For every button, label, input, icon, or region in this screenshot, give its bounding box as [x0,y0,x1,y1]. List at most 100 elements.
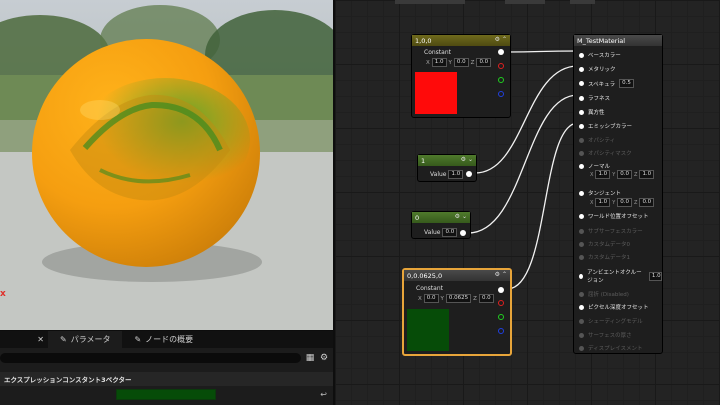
constant-one-node[interactable]: 1 ⚙ ⌄ Value 1.0 [417,154,477,182]
material-input-row[interactable]: アンビエントオクルージョン 1.0 [579,268,662,284]
input-pin[interactable] [579,190,584,196]
material-input-row[interactable]: 異方性 [579,108,605,116]
material-input-row[interactable]: ピクセル深度オフセット [579,303,649,311]
table-view-icon[interactable]: ▦ [305,353,315,363]
x-label: X [426,59,430,66]
node-header[interactable]: M_TestMaterial [574,35,662,46]
input-pin[interactable] [579,150,584,156]
material-input-row[interactable]: エミッシブカラー [579,122,632,130]
constant3-red-node[interactable]: 1,0,0 ⚙ ⌃ Constant X 1.0 Y 0.0 Z 0.0 [411,34,511,118]
z-field[interactable]: 0.0 [478,294,494,303]
axis-field[interactable]: 0.0 [639,198,655,207]
node-header[interactable]: 0 ⚙ ⌄ [412,212,470,223]
output-pin-g[interactable] [498,314,504,320]
material-input-row[interactable]: オパシティマスク [579,149,632,157]
node-title: 1 [421,156,426,165]
x-field[interactable]: 1.0 [431,58,447,67]
reset-icon[interactable]: ↩ [320,390,327,399]
tab-node-overview[interactable]: ✎ ノードの概要 [122,331,205,348]
axis-field[interactable]: 1.0 [595,198,611,207]
material-input-row[interactable]: スペキュラ 0.5 [579,79,634,88]
gear-icon[interactable]: ⚙ [319,353,329,363]
input-pin[interactable] [579,109,584,115]
input-value-field[interactable]: 0.5 [619,79,634,88]
output-pin-r[interactable] [498,300,504,306]
x-field[interactable]: 0.0 [423,294,439,303]
x-label: X [418,295,422,302]
axis-field[interactable]: 1.0 [639,170,655,179]
tab-node-overview-label: ノードの概要 [145,335,194,344]
material-input-row[interactable]: カスタムデータ1 [579,253,630,261]
input-pin[interactable] [579,95,584,101]
y-field[interactable]: 0.0625 [445,294,472,303]
material-input-row[interactable]: サブサーフェスカラー [579,227,643,235]
options-icon[interactable]: ⚙ [495,36,500,43]
material-input-row[interactable]: ワールド位置オフセット [579,212,649,220]
material-input-row[interactable]: オパシティ [579,136,615,144]
input-pin[interactable] [579,345,584,351]
output-pin-g[interactable] [498,77,504,83]
constant-zero-node[interactable]: 0 ⚙ ⌄ Value 0.0 [411,211,471,239]
input-pin[interactable] [579,163,584,169]
input-pin[interactable] [579,254,584,260]
collapse-icon[interactable]: ⌄ [462,213,467,220]
collapse-icon[interactable]: ⌄ [468,156,473,163]
output-pin-b[interactable] [498,91,504,97]
z-field[interactable]: 0.0 [476,58,492,67]
material-input-row[interactable]: ディスプレイスメント [579,344,642,352]
axis-field[interactable]: 0.0 [617,198,632,207]
collapse-icon[interactable]: ⌃ [502,36,507,43]
options-icon[interactable]: ⚙ [461,156,466,163]
input-pin[interactable] [579,318,584,324]
material-input-row[interactable]: 屈折 (Disabled) [579,290,629,298]
options-icon[interactable]: ⚙ [455,213,460,220]
output-pin[interactable] [498,49,504,55]
input-pin[interactable] [579,273,584,279]
y-field[interactable]: 0.0 [453,58,469,67]
output-pin-r[interactable] [498,63,504,69]
input-pin[interactable] [579,52,584,58]
input-pin[interactable] [579,123,584,129]
value-field[interactable]: 0.0 [442,228,458,237]
options-icon[interactable]: ⚙ [495,271,500,278]
material-input-row[interactable]: ラフネス [579,94,610,102]
material-input-row[interactable]: サーフェスの厚さ [579,331,632,339]
material-input-row[interactable]: メタリック [579,65,616,73]
constant3-green-node[interactable]: 0,0.0625,0 ⚙ ⌃ Constant X 0.0 Y 0.0625 Z 0.0 [402,268,512,356]
input-pin[interactable] [579,81,584,86]
close-tab-icon[interactable]: ✕ [0,335,48,344]
material-input-row[interactable]: ベースカラー [579,51,621,59]
node-header[interactable]: 0,0.0625,0 ⚙ ⌃ [404,270,510,281]
material-input-row[interactable]: タンジェント [579,189,621,197]
input-pin[interactable] [579,66,584,72]
output-pin-b[interactable] [498,328,504,334]
material-input-row[interactable]: ノーマル [579,162,610,170]
node-header[interactable]: 1,0,0 ⚙ ⌃ [412,35,510,46]
section-header[interactable]: エクスプレッションコンスタント3ベクター [0,372,333,386]
tab-parameters[interactable]: ✎ パラメータ [48,331,123,348]
search-input[interactable] [0,352,301,363]
input-pin[interactable] [579,291,584,297]
color-swatch[interactable] [116,388,216,400]
collapse-icon[interactable]: ⌃ [502,271,507,278]
input-pin[interactable] [579,213,584,219]
output-pin[interactable] [498,287,504,293]
material-preview-viewport[interactable]: x [0,0,333,330]
z-label: Z [473,295,477,302]
output-pin[interactable] [466,171,472,177]
axis-field[interactable]: 0.0 [617,170,632,179]
input-pin[interactable] [579,137,584,143]
material-input-row[interactable]: シェーディングモデル [579,317,643,325]
input-pin[interactable] [579,304,584,310]
input-pin[interactable] [579,228,584,234]
input-pin[interactable] [579,332,584,338]
axis-field[interactable]: 1.0 [595,170,611,179]
node-header[interactable]: 1 ⚙ ⌄ [418,155,476,166]
material-input-row[interactable]: カスタムデータ0 [579,240,630,248]
input-pin[interactable] [579,241,584,247]
material-result-node[interactable]: M_TestMaterial ベースカラー メタリックスペキュラ 0.5 ラフネス異方… [573,34,663,354]
output-pin[interactable] [460,230,466,236]
material-graph[interactable]: 1,0,0 ⚙ ⌃ Constant X 1.0 Y 0.0 Z 0.0 1 ⚙ ⌄ Va… [333,0,720,405]
input-value-field[interactable]: 1.0 [648,271,662,281]
value-field[interactable]: 1.0 [448,170,464,179]
